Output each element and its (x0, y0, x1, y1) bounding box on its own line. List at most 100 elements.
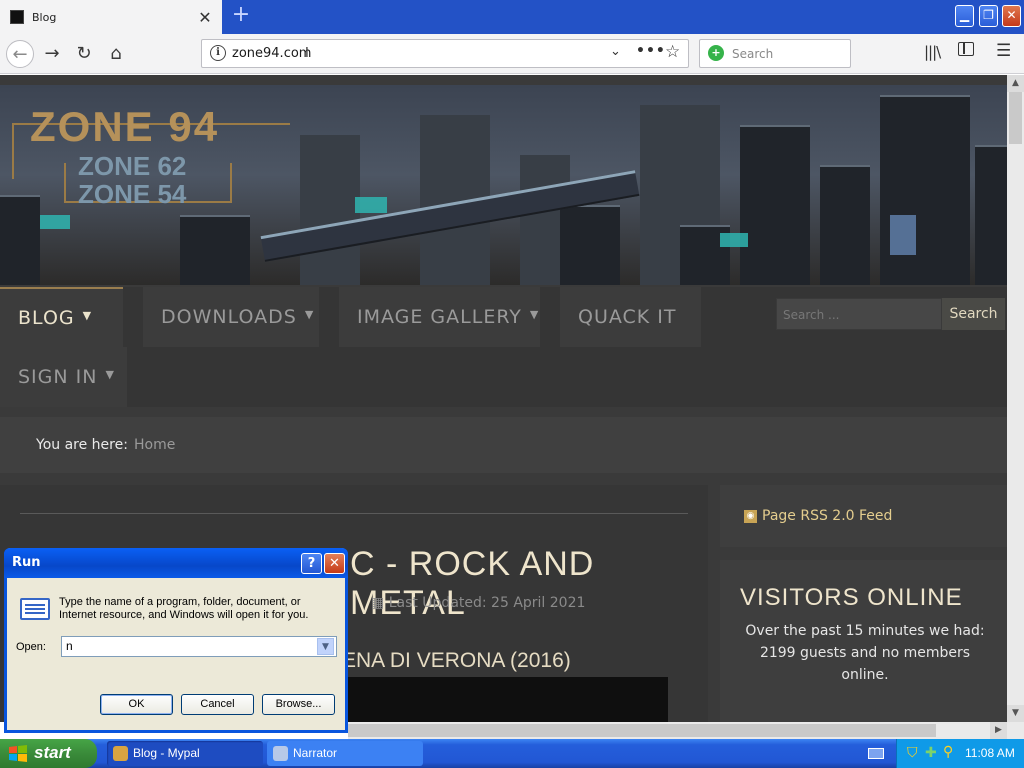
close-button[interactable]: ✕ (324, 553, 345, 574)
scrollbar-corner (1007, 722, 1024, 739)
scroll-down-icon[interactable]: ▼ (1007, 705, 1024, 722)
windows-logo-icon (9, 745, 27, 762)
window-close-button[interactable]: ✕ (1002, 5, 1021, 27)
tab-title: Blog (32, 10, 57, 24)
article-subtitle[interactable]: ENA DI VERONA (2016) (342, 649, 571, 673)
site-info-icon[interactable]: i (210, 45, 226, 61)
site-banner: ZONE 94 ZONE 62 ZONE 54 (0, 85, 1007, 285)
article-image[interactable] (342, 677, 668, 722)
taskbar-button-blog[interactable]: Blog - Mypal (107, 741, 263, 766)
caret-down-icon: ▼ (304, 307, 315, 321)
cancel-button[interactable]: Cancel (181, 694, 254, 715)
divider (20, 513, 688, 514)
vertical-scroll-thumb[interactable] (1009, 92, 1022, 144)
article-date: ▦ Last Updated: 25 April 2021 (371, 595, 585, 611)
search-placeholder: Search (732, 47, 774, 61)
new-tab-button[interactable]: + (230, 4, 252, 27)
chevron-down-icon[interactable]: ⌄ (610, 44, 621, 59)
start-label: start (34, 743, 71, 762)
horizontal-scroll-thumb[interactable] (348, 724, 936, 737)
keyboard-icon[interactable] (868, 748, 884, 759)
article-date-text: Last Updated: 25 April 2021 (388, 595, 586, 611)
run-dialog-titlebar[interactable]: Run ? ✕ (4, 548, 348, 578)
site-logo[interactable]: ZONE 94 (30, 103, 219, 151)
open-label: Open: (16, 641, 46, 653)
help-button[interactable]: ? (301, 553, 322, 574)
back-arrow-icon[interactable]: ← (6, 40, 34, 68)
menu-label: SIGN IN (18, 366, 98, 388)
reload-icon[interactable]: ↻ (70, 40, 98, 68)
run-dialog-title: Run (12, 555, 41, 570)
tab-strip: Blog ✕ + ▁ ❐ ✕ (0, 0, 1024, 34)
window-minimize-button[interactable]: ▁ (955, 5, 974, 27)
window-restore-button[interactable]: ❐ (979, 5, 998, 27)
url-text[interactable]: zone94.com (232, 46, 311, 61)
scroll-up-icon[interactable]: ▲ (1007, 75, 1024, 92)
tab-blog[interactable]: Blog ✕ (0, 0, 222, 34)
breadcrumb: You are here: Home (0, 417, 1007, 473)
rss-icon: ◉ (744, 510, 757, 523)
menu-label: QUACK IT (578, 306, 677, 328)
breadcrumb-label: You are here: (36, 437, 128, 453)
site-search-input[interactable]: Search ... (776, 298, 942, 330)
chevron-down-icon[interactable]: ▼ (317, 638, 334, 655)
logo-subtitle: ZONE 62 (78, 151, 187, 181)
menu-item-sign-in[interactable]: SIGN IN ▼ (0, 347, 127, 407)
sidebar-icon[interactable] (958, 42, 974, 56)
menu-item-quack-it[interactable]: QUACK IT (560, 287, 701, 347)
visitors-title: VISITORS ONLINE (740, 584, 963, 611)
caret-down-icon: ▼ (105, 367, 115, 381)
visitors-text: Over the past 15 minutes we had: 2199 gu… (745, 623, 985, 683)
forward-arrow-icon[interactable]: → (38, 40, 66, 68)
bookmark-star-icon[interactable]: ☆ (665, 42, 680, 62)
visitors-module: VISITORS ONLINE Over the past 15 minutes… (720, 560, 1007, 722)
rss-module: ◉ Page RSS 2.0 Feed (720, 485, 1007, 547)
magnifier-icon[interactable]: ⚲ (943, 744, 953, 760)
calendar-icon: ▦ (371, 595, 389, 611)
taskbar-button-narrator[interactable]: Narrator (267, 741, 423, 766)
security-shield-icon[interactable]: ⛉ (907, 745, 918, 761)
clock[interactable]: 11:08 AM (965, 746, 1015, 760)
menu-item-downloads[interactable]: DOWNLOADS ▼ (143, 287, 319, 347)
search-engine-icon: + (708, 45, 724, 61)
scroll-right-icon[interactable]: ▶ (990, 722, 1007, 739)
menu-label: DOWNLOADS (161, 306, 297, 328)
run-program-icon (20, 598, 50, 620)
run-description: Type the name of a program, folder, docu… (59, 596, 309, 621)
menu-item-blog[interactable]: BLOG ▼ (0, 287, 123, 347)
text-cursor-icon: I (305, 46, 309, 61)
browser-search-bar[interactable]: + Search (699, 39, 851, 68)
taskbar-button-label: Blog - Mypal (133, 746, 200, 760)
run-dialog: Run ? ✕ Type the name of a program, fold… (4, 548, 348, 733)
menu-label: IMAGE GALLERY (357, 306, 522, 328)
library-icon[interactable]: |||\ (924, 43, 941, 61)
breadcrumb-home-link[interactable]: Home (134, 437, 175, 453)
tab-close-icon[interactable]: ✕ (194, 8, 216, 27)
page-actions-icon[interactable]: ••• (636, 43, 666, 59)
logo-subtitle: ZONE 54 (78, 179, 187, 209)
caret-down-icon: ▼ (82, 308, 93, 322)
taskbar-button-label: Narrator (293, 746, 338, 760)
taskbar: start Blog - Mypal Narrator ⛉ ✚ ⚲ 11:08 … (0, 739, 1024, 768)
site-search-button[interactable]: Search (942, 298, 1005, 330)
menu-label: BLOG (18, 307, 75, 329)
home-icon[interactable]: ⌂ (102, 40, 130, 68)
browse-button[interactable]: Browse... (262, 694, 335, 715)
article-title[interactable]: C - ROCK AND METAL (350, 545, 708, 623)
browser-app-icon (113, 746, 128, 761)
open-command-input[interactable]: n (61, 636, 337, 657)
menu-item-image-gallery[interactable]: IMAGE GALLERY ▼ (339, 287, 540, 347)
url-bar[interactable]: i zone94.com I ⌄ ••• ☆ (201, 39, 689, 68)
network-icon[interactable]: ✚ (925, 745, 937, 761)
start-button[interactable]: start (0, 739, 97, 768)
navigation-toolbar: ← → ↻ ⌂ i zone94.com I ⌄ ••• ☆ + Search … (0, 34, 1024, 74)
site-menu-bar: BLOG ▼ DOWNLOADS ▼ IMAGE GALLERY ▼ QUACK IT… (0, 287, 1007, 407)
vertical-scrollbar[interactable] (1007, 75, 1024, 722)
rss-feed-link[interactable]: Page RSS 2.0 Feed (762, 508, 892, 524)
hamburger-menu-icon[interactable]: ☰ (996, 41, 1011, 61)
narrator-app-icon (273, 746, 288, 761)
site-favicon-icon (10, 10, 24, 24)
system-tray: ⛉ ✚ ⚲ 11:08 AM (896, 739, 1024, 768)
ok-button[interactable]: OK (100, 694, 173, 715)
caret-down-icon: ▼ (529, 307, 540, 321)
